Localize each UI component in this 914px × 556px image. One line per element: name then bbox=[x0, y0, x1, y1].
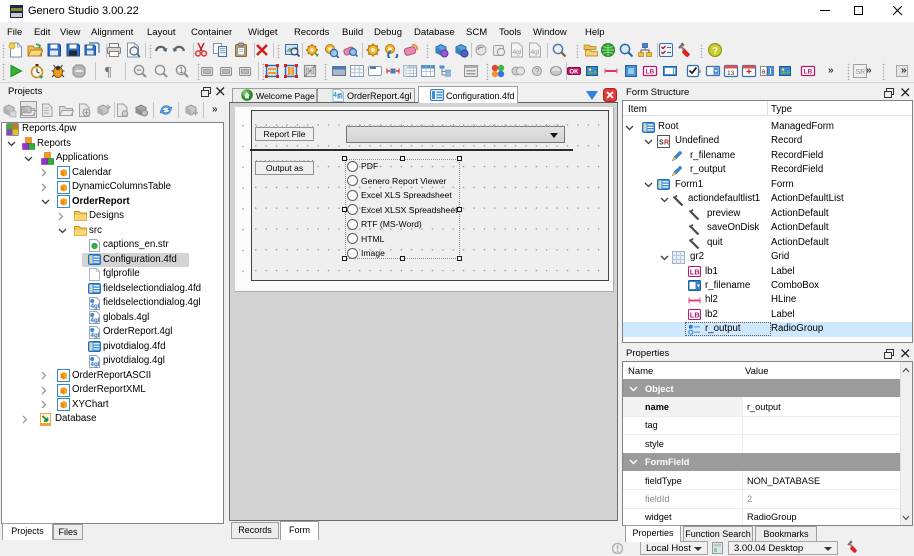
svg-text:LB: LB bbox=[646, 69, 655, 76]
svg-text:4gl: 4gl bbox=[91, 332, 100, 339]
svg-text:13: 13 bbox=[727, 70, 735, 77]
svg-text:4: 4 bbox=[333, 92, 337, 99]
svg-text:4gl: 4gl bbox=[91, 303, 100, 310]
svg-text:4gl: 4gl bbox=[531, 49, 540, 56]
svg-text:R: R bbox=[664, 139, 669, 146]
svg-text:¶: ¶ bbox=[105, 65, 112, 79]
svg-text:?: ? bbox=[535, 67, 540, 76]
svg-text:SR: SR bbox=[856, 69, 866, 76]
svg-text:1: 1 bbox=[179, 66, 184, 75]
svg-text:a: a bbox=[762, 69, 766, 76]
svg-text:?: ? bbox=[712, 46, 718, 57]
svg-text:4gl: 4gl bbox=[513, 49, 522, 56]
svg-text:4gl: 4gl bbox=[91, 361, 100, 368]
svg-text:gl: gl bbox=[338, 94, 342, 100]
svg-text:OK: OK bbox=[570, 70, 580, 76]
svg-text:LB: LB bbox=[690, 311, 701, 320]
svg-text:LB: LB bbox=[804, 69, 813, 76]
svg-text:4gl: 4gl bbox=[91, 317, 100, 324]
svg-text:LB: LB bbox=[690, 268, 701, 277]
